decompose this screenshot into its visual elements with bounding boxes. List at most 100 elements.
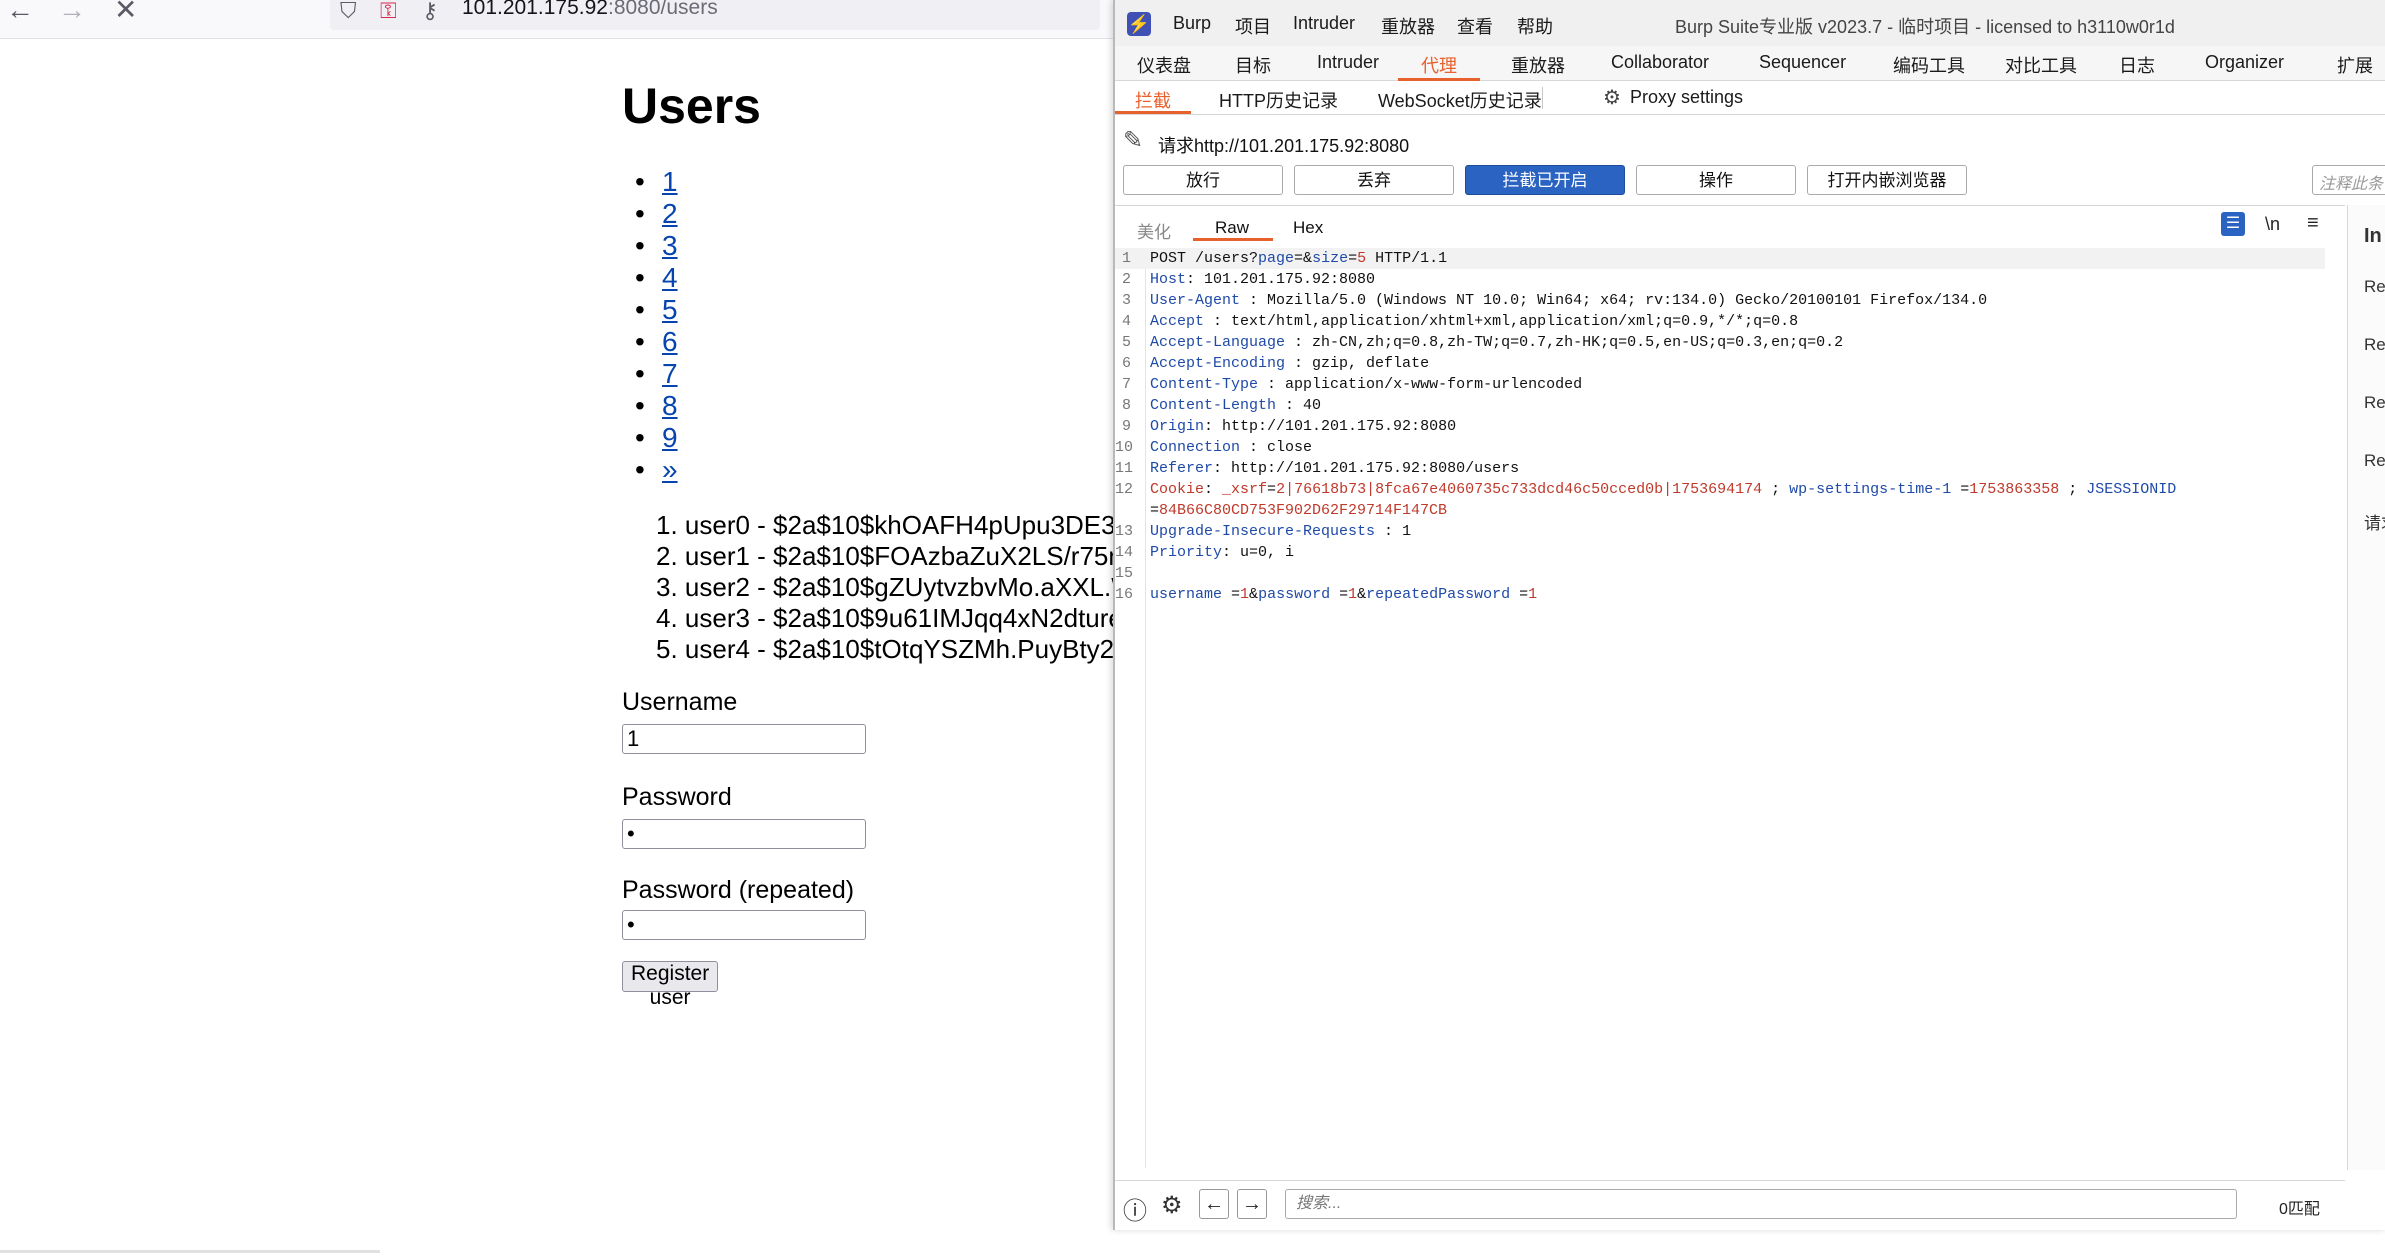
- page-link-9[interactable]: 9: [662, 422, 678, 453]
- back-arrow-icon[interactable]: ←: [6, 0, 34, 24]
- url-text[interactable]: 101.201.175.92:8080/users: [462, 0, 718, 20]
- register-button[interactable]: Register user: [622, 961, 719, 1009]
- header-value: 101.201.175.92:8080: [1204, 271, 1376, 288]
- next-match-icon[interactable]: →: [1237, 1189, 1267, 1219]
- subtab-intercept[interactable]: 拦截: [1135, 87, 1171, 113]
- editor-tab-pretty[interactable]: 美化: [1137, 218, 1171, 243]
- page-link-5[interactable]: 5: [662, 294, 678, 325]
- header-value: zh-CN,zh;q=0.8,zh-TW;q=0.7,zh-HK;q=0.5,e…: [1312, 334, 1844, 351]
- password-input[interactable]: [622, 819, 866, 849]
- search-input[interactable]: [1285, 1189, 2237, 1219]
- inspector-section[interactable]: Re: [2364, 277, 2385, 297]
- sub-tab-separator: [1542, 87, 1543, 109]
- body-param-value: 1: [1348, 586, 1358, 603]
- gear-icon[interactable]: ⚙: [1603, 85, 1621, 110]
- inspector-section[interactable]: Re: [2364, 335, 2385, 355]
- line-content: Referer: http://101.201.175.92:8080/user…: [1150, 460, 1520, 477]
- line-number: 3: [1121, 292, 1131, 309]
- stop-icon[interactable]: ✕: [114, 0, 137, 24]
- editor-tab-raw[interactable]: Raw: [1215, 218, 1249, 238]
- open-browser-button[interactable]: 打开内嵌浏览器: [1807, 165, 1967, 195]
- pager-item: 4: [636, 262, 678, 294]
- word-wrap-icon[interactable]: ☰: [2221, 212, 2245, 236]
- code-line: 12 Cookie: _xsrf=2|76618b73|8fca67e406073…: [1115, 479, 2325, 500]
- tab-decoder[interactable]: 编码工具: [1893, 52, 1965, 78]
- line-content: User-Agent : Mozilla/5.0 (Windows NT 10.…: [1150, 292, 1988, 309]
- subtab-websocket-history[interactable]: WebSocket历史记录: [1378, 87, 1542, 113]
- tab-comparer[interactable]: 对比工具: [2005, 52, 2077, 78]
- comment-input[interactable]: 注释此条: [2312, 165, 2385, 195]
- pencil-icon[interactable]: ✎: [1123, 126, 1143, 155]
- menu-burp[interactable]: Burp: [1173, 13, 1211, 34]
- page-link-7[interactable]: 7: [662, 358, 678, 389]
- intercept-toggle-button[interactable]: 拦截已开启: [1465, 165, 1625, 195]
- line-number: 11: [1115, 460, 1134, 477]
- editor-tab-hex[interactable]: Hex: [1293, 218, 1323, 238]
- page-link-3[interactable]: 3: [662, 230, 678, 261]
- tab-collaborator[interactable]: Collaborator: [1611, 52, 1709, 73]
- header-value: application/x-www-form-urlencoded: [1285, 376, 1583, 393]
- page-link-1[interactable]: 1: [662, 166, 678, 197]
- key-icon[interactable]: ⚷: [422, 0, 438, 24]
- tab-sequencer[interactable]: Sequencer: [1759, 52, 1846, 73]
- tab-proxy[interactable]: 代理: [1421, 52, 1457, 78]
- header-key: Accept: [1150, 313, 1205, 330]
- hamburger-menu-icon[interactable]: ≡: [2307, 212, 2319, 235]
- insecure-lock-icon[interactable]: ⚿: [380, 0, 397, 24]
- menu-intruder[interactable]: Intruder: [1293, 13, 1355, 34]
- tab-logger[interactable]: 日志: [2119, 52, 2155, 78]
- inspector-section[interactable]: Re: [2364, 451, 2385, 471]
- tab-extensions[interactable]: 扩展: [2337, 52, 2373, 78]
- subtab-http-history[interactable]: HTTP历史记录: [1219, 87, 1338, 113]
- page-link-6[interactable]: 6: [662, 326, 678, 357]
- header-value: http://101.201.175.92:8080: [1222, 418, 1457, 435]
- pagination-list: 1 2 3 4 5 6 7 8 9 »: [636, 166, 678, 486]
- request-target-label: 请求http://101.201.175.92:8080: [1158, 136, 1410, 156]
- drop-button[interactable]: 丢弃: [1294, 165, 1454, 195]
- newline-toggle-icon[interactable]: \n: [2265, 214, 2280, 235]
- line-number: 1: [1121, 250, 1131, 267]
- password-repeated-input[interactable]: [622, 910, 866, 940]
- shield-icon[interactable]: ⛉: [340, 0, 357, 24]
- header-value: close: [1267, 439, 1313, 456]
- previous-match-icon[interactable]: ←: [1199, 1189, 1229, 1219]
- header-value: Mozilla/5.0 (Windows NT 10.0; Win64; x64…: [1267, 292, 1988, 309]
- line-content: Accept : text/html,application/xhtml+xml…: [1150, 313, 1799, 330]
- username-input[interactable]: [622, 724, 866, 754]
- menu-help[interactable]: 帮助: [1517, 13, 1553, 39]
- tab-target[interactable]: 目标: [1235, 52, 1271, 78]
- url-bar[interactable]: ⛉ ⚿ ⚷ 101.201.175.92:8080/users: [330, 0, 1100, 30]
- tab-intruder[interactable]: Intruder: [1317, 52, 1379, 73]
- user-list: 1. user0 - $2a$10$khOAFH4pUpu3DE3k 2. us…: [656, 510, 1116, 665]
- query-value: 5: [1357, 250, 1367, 267]
- inspector-title[interactable]: In: [2364, 225, 2382, 248]
- raw-request-code[interactable]: 1 POST /users?page=&size=5 HTTP/1.1 2 Hos…: [1115, 248, 2325, 605]
- user-list-item: 3. user2 - $2a$10$gZUytvzbvMo.aXXL.W: [656, 572, 1116, 602]
- menu-project[interactable]: 项目: [1235, 13, 1271, 39]
- line-content: Host: 101.201.175.92:8080: [1150, 271, 1376, 288]
- help-icon[interactable]: ⓘ: [1123, 1191, 1147, 1226]
- inspector-section[interactable]: 请求: [2364, 509, 2385, 534]
- line-content: Upgrade-Insecure-Requests : 1: [1150, 523, 1412, 540]
- inspector-section[interactable]: Re: [2364, 393, 2385, 413]
- tab-organizer[interactable]: Organizer: [2205, 52, 2284, 73]
- horizontal-scrollbar[interactable]: [0, 1250, 380, 1253]
- burp-window: ⚡ Burp 项目 Intruder 重放器 查看 帮助 Burp Suite专…: [1113, 0, 2385, 1230]
- settings-gear-icon[interactable]: ⚙: [1161, 1191, 1183, 1220]
- page-link-2[interactable]: 2: [662, 198, 678, 229]
- page-link-next[interactable]: »: [662, 454, 678, 485]
- menu-repeater[interactable]: 重放器: [1381, 13, 1435, 39]
- menu-view[interactable]: 查看: [1457, 13, 1493, 39]
- proxy-settings-link[interactable]: Proxy settings: [1630, 87, 1743, 108]
- tab-dashboard[interactable]: 仪表盘: [1137, 52, 1191, 78]
- line-number: 2: [1121, 271, 1131, 288]
- header-key: Accept-Encoding: [1150, 355, 1286, 372]
- page-link-8[interactable]: 8: [662, 390, 678, 421]
- action-button[interactable]: 操作: [1636, 165, 1796, 195]
- query-key: page: [1258, 250, 1295, 267]
- page-title: Users: [622, 78, 761, 134]
- forward-button[interactable]: 放行: [1123, 165, 1283, 195]
- tab-repeater[interactable]: 重放器: [1511, 52, 1565, 78]
- forward-arrow-icon[interactable]: →: [58, 0, 86, 24]
- page-link-4[interactable]: 4: [662, 262, 678, 293]
